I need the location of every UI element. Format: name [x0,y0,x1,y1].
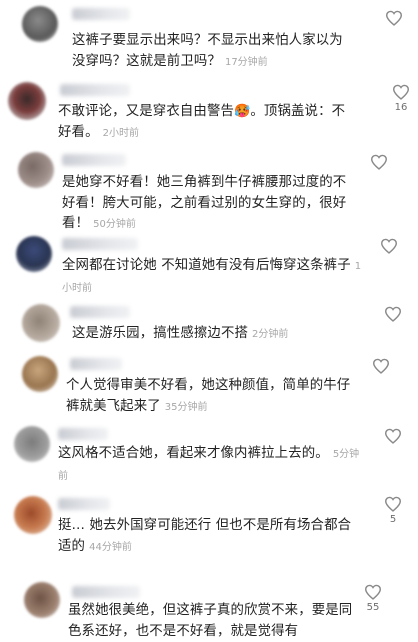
comment-time: 50分钟前 [93,219,136,230]
comment-time: 2小时前 [102,127,139,139]
like-button[interactable]: 16 [390,84,412,113]
comment-text: 这裤子要显示出来吗？不显示出来怕人家以为没穿吗？这就是前卫吗？ 17分钟前 [72,31,352,73]
heart-outline-icon [364,584,382,600]
comment-text: 挺… 她去外国穿可能还行 但也不是所有场合都合适的 44分钟前 [58,516,363,558]
heart-outline-icon [385,10,403,26]
comment-text: 是她穿不好看！她三角裤到牛仔裤腰那过度的不好看！胯大可能，之前看过别的女生穿的，… [62,173,352,236]
comment-time: 17分钟前 [224,56,268,68]
like-count: 55 [366,602,380,613]
like-button[interactable] [383,10,405,26]
comment-time: 44分钟前 [89,541,132,553]
comment-text: 这风格不适合她，看起来才像内裤拉上去的。 5分钟前 [58,444,363,487]
avatar[interactable] [16,236,52,272]
username[interactable] [62,238,138,250]
comment-body: 虽然她很美绝，但这裤子真的欣赏不来，要是同色系还好，也不是不好看，就是觉得有 [68,603,353,639]
heart-outline-icon [384,428,402,444]
username[interactable] [72,586,140,598]
comment-time: 2分钟前 [252,329,289,340]
avatar[interactable] [18,152,54,188]
comment-text: 虽然她很美绝，但这裤子真的欣赏不来，要是同色系还好，也不是不好看，就是觉得有 [68,601,358,642]
like-count: 16 [394,102,408,113]
username[interactable] [70,358,122,370]
like-button[interactable] [378,238,400,254]
like-button[interactable] [370,358,392,374]
comment-text: 这是游乐园，搞性感擦边不搭 2分钟前 [72,324,372,346]
heart-outline-icon [370,154,388,170]
comment-time: 35分钟前 [164,401,208,413]
like-count: 5 [389,514,397,525]
emoji-sweat: 🥵 [234,104,251,119]
comment-body: 这是游乐园，搞性感擦边不搭 [72,326,249,341]
comment-body: 这风格不适合她，看起来才像内裤拉上去的。 [58,446,329,461]
like-button[interactable] [368,154,390,170]
heart-outline-icon [380,238,398,254]
username[interactable] [72,8,130,20]
username[interactable] [58,428,108,440]
comment-text: 个人觉得审美不好看，她这种颜值，简单的牛仔裤就美飞起来了 35分钟前 [66,376,356,418]
username[interactable] [58,498,110,510]
avatar[interactable] [8,82,46,120]
avatar[interactable] [22,356,58,392]
username[interactable] [70,306,130,318]
heart-outline-icon [384,306,402,322]
comment-body: 不敢评论，又是穿衣自由警告 [58,104,235,119]
like-button[interactable]: 55 [362,584,384,613]
avatar[interactable] [22,6,58,42]
heart-outline-icon [372,358,390,374]
comment-text: 全网都在讨论她 不知道她有没有后悔穿这条裤子 1小时前 [62,256,362,299]
like-button[interactable] [382,428,404,444]
heart-outline-icon [392,84,410,100]
comment-body: 个人觉得审美不好看，她这种颜值，简单的牛仔裤就美飞起来了 [66,378,351,414]
avatar[interactable] [22,304,60,342]
like-button[interactable]: 5 [382,496,404,525]
heart-outline-icon [384,496,402,512]
comment-body: 这裤子要显示出来吗？不显示出来怕人家以为没穿吗？这就是前卫吗？ [72,33,343,69]
avatar[interactable] [14,496,52,534]
comment-body: 全网都在讨论她 不知道她有没有后悔穿这条裤子 [62,258,351,273]
avatar[interactable] [14,426,50,462]
username[interactable] [62,154,126,166]
comment-text: 不敢评论，又是穿衣自由警告🥵。顶锅盖说：不好看。 2小时前 [58,102,358,144]
like-button[interactable] [382,306,404,322]
avatar[interactable] [24,582,60,618]
username[interactable] [60,84,130,96]
